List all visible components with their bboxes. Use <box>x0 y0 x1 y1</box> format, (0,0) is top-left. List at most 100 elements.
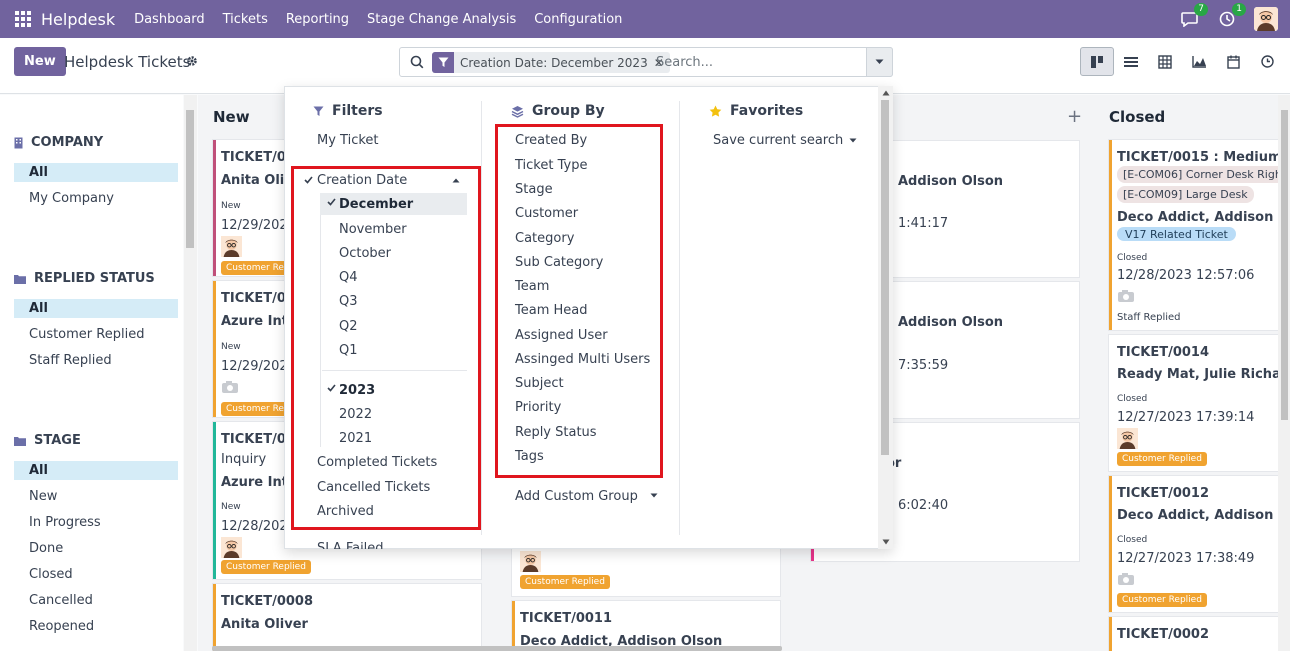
nav-reporting[interactable]: Reporting <box>277 12 358 27</box>
ticket-time: 7:35:59 <box>898 358 949 373</box>
folder-icon <box>14 436 26 446</box>
apps-menu-icon[interactable] <box>15 11 31 27</box>
kanban-icon <box>1091 55 1103 68</box>
ticket-ref: TICKET/0008 <box>221 594 313 609</box>
kanban-scroll-thumb[interactable] <box>1281 110 1288 420</box>
nav-tickets[interactable]: Tickets <box>214 12 277 27</box>
ticket-date: 12/28/2023 12:57:06 <box>1117 268 1255 283</box>
replied-staff[interactable]: Staff Replied <box>14 351 178 370</box>
stage-reopened[interactable]: Reopened <box>14 617 178 636</box>
reply-status-badge: Customer Replied <box>1117 593 1207 607</box>
gear-icon[interactable] <box>186 55 198 67</box>
ticket-ref: TICKET/0002 <box>1117 627 1209 642</box>
ticket-card[interactable]: TICKET/0012 Deco Addict, Addison Olson C… <box>1108 475 1290 613</box>
filter-my-ticket[interactable]: My Ticket <box>317 133 379 148</box>
add-custom-group-select[interactable]: Add Custom Group <box>515 489 638 504</box>
new-button[interactable]: New <box>14 47 66 76</box>
nav-configuration[interactable]: Configuration <box>525 12 631 27</box>
filters-title: Filters <box>313 103 383 119</box>
company-my-company[interactable]: My Company <box>14 189 178 208</box>
camera-placeholder-icon <box>222 381 238 393</box>
add-column-icon[interactable]: + <box>1067 106 1082 127</box>
ticket-customer: Addison Olson <box>898 174 1004 189</box>
area-chart-icon <box>1191 56 1206 68</box>
messages-button[interactable]: 7 <box>1178 3 1208 30</box>
top-navbar: Helpdesk Dashboard Tickets Reporting Sta… <box>0 0 1290 38</box>
ticket-customer: Deco Addict, Addison Olson <box>1117 210 1290 225</box>
activities-count-badge: 1 <box>1232 3 1246 16</box>
user-avatar[interactable] <box>1254 7 1278 31</box>
stage-closed[interactable]: Closed <box>14 565 178 584</box>
assignee-avatar[interactable] <box>221 236 242 257</box>
stage-done[interactable]: Done <box>14 539 178 558</box>
company-all[interactable]: All <box>14 163 178 182</box>
graph-view-button[interactable] <box>1182 47 1216 76</box>
reply-status-badge: Customer Replied <box>1117 452 1207 466</box>
replied-customer[interactable]: Customer Replied <box>14 325 178 344</box>
company-section-label: COMPANY <box>31 135 104 150</box>
filter-icon <box>432 52 454 73</box>
pivot-view-button[interactable] <box>1148 47 1182 76</box>
ticket-card[interactable]: TICKET/0011 Deco Addict, Addison Olson <box>511 600 781 651</box>
assignee-avatar[interactable] <box>520 551 541 572</box>
ticket-card[interactable]: TICKET/0015 : Medium [E-COM06] Corner De… <box>1108 139 1290 331</box>
kanban-view-button[interactable] <box>1080 47 1114 76</box>
ticket-customer: Anita Oliver <box>221 617 308 632</box>
ticket-subject: Inquiry <box>221 452 267 467</box>
dropdown-content: Filters My Ticket Creation Date December… <box>284 86 893 549</box>
calendar-view-button[interactable] <box>1216 47 1250 76</box>
product-tag: [E-COM09] Large Desk <box>1117 186 1254 203</box>
save-current-search[interactable]: Save current search <box>713 133 843 148</box>
replied-section-title: REPLIED STATUS <box>14 271 155 286</box>
camera-placeholder-icon <box>1118 573 1134 585</box>
search-icon <box>410 55 424 69</box>
activity-view-button[interactable] <box>1250 47 1284 76</box>
stage-section-label: STAGE <box>34 433 81 448</box>
caret-down-icon <box>849 138 857 143</box>
reply-status-badge: Customer Replied <box>520 575 610 589</box>
clock-icon <box>1260 55 1274 68</box>
search-panel: COMPANY All My Company REPLIED STATUS Al… <box>0 95 183 651</box>
ticket-time: 1:41:17 <box>898 216 949 231</box>
activities-button[interactable]: 1 <box>1216 3 1246 30</box>
search-input[interactable]: Search... <box>656 55 713 70</box>
ticket-ref: TICKET/0014 <box>1117 345 1209 360</box>
ticket-stage: Closed <box>1117 253 1148 263</box>
stage-all[interactable]: All <box>14 461 178 480</box>
dropdown-scroll-thumb[interactable] <box>881 100 889 455</box>
stage-cancelled[interactable]: Cancelled <box>14 591 178 610</box>
filter-icon <box>313 106 324 116</box>
group-by-title-label: Group By <box>532 103 605 119</box>
scroll-down-arrow-icon[interactable] <box>882 539 890 545</box>
nav-dashboard[interactable]: Dashboard <box>125 12 214 27</box>
search-options-toggle[interactable] <box>866 47 893 77</box>
stage-new[interactable]: New <box>14 487 178 506</box>
ticket-customer: Ready Mat, Julie Richards <box>1117 367 1290 382</box>
table-icon <box>1158 54 1172 69</box>
highlight-box-group-by <box>495 124 663 478</box>
assignee-avatar[interactable] <box>221 537 242 558</box>
scroll-up-arrow-icon[interactable] <box>882 90 890 96</box>
ticket-stage: New <box>221 201 241 211</box>
column-title-new: New <box>213 108 250 126</box>
ticket-stage: Closed <box>1117 535 1148 545</box>
search-facet: Creation Date: December 2023 ✕ <box>432 52 670 73</box>
stage-in-progress[interactable]: In Progress <box>14 513 178 532</box>
list-view-button[interactable] <box>1114 47 1148 76</box>
search-box: Creation Date: December 2023 ✕ Search... <box>399 47 893 77</box>
ticket-customer: Deco Addict, Addison Olson <box>1117 508 1290 523</box>
ticket-card[interactable]: TICKET/0014 Ready Mat, Julie Richards Cl… <box>1108 334 1290 472</box>
view-switcher <box>1080 47 1284 76</box>
reply-status-text: Staff Replied <box>1117 312 1181 323</box>
ticket-card[interactable]: TICKET/0002 <box>1108 616 1290 651</box>
ticket-card[interactable]: TICKET/0008 Anita Oliver <box>212 583 482 651</box>
filter-sla-failed[interactable]: SLA Failed <box>317 541 384 549</box>
replied-all[interactable]: All <box>14 299 178 318</box>
assignee-avatar[interactable] <box>1117 428 1138 449</box>
ticket-date: 12/27/2023 17:38:49 <box>1117 551 1255 566</box>
app-brand[interactable]: Helpdesk <box>41 10 115 29</box>
ticket-stage: Closed <box>1117 394 1148 404</box>
kanban-horizontal-scroll-thumb[interactable] <box>212 646 782 651</box>
search-panel-scroll-thumb[interactable] <box>186 110 194 248</box>
nav-stage-change-analysis[interactable]: Stage Change Analysis <box>358 12 525 27</box>
